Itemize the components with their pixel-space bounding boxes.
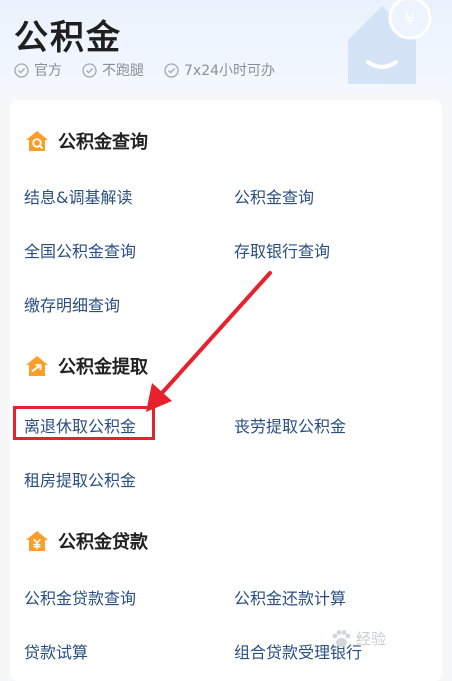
check-circle-icon: [82, 62, 97, 78]
feature-tags: 官方 不跑腿 7x24小时可办: [14, 60, 275, 80]
tag-official: 官方: [14, 60, 62, 80]
svg-text:¥: ¥: [404, 9, 415, 30]
page-header: 公积金 官方 不跑腿 7x24小时可办 ¥: [0, 0, 452, 92]
link-rent-withdraw[interactable]: 租房提取公积金: [24, 467, 136, 491]
section-query-header: 公积金查询: [24, 128, 148, 154]
page-title: 公积金: [14, 18, 122, 58]
link-national-query[interactable]: 全国公积金查询: [24, 238, 136, 262]
house-arrow-icon: [26, 356, 48, 376]
tag-label: 官方: [34, 63, 62, 79]
check-circle-icon: [14, 62, 29, 78]
content-area: 公积金查询 结息&调基解读 公积金查询 全国公积金查询 存取银行查询 缴存明细查…: [0, 92, 452, 681]
link-bereavement-withdraw[interactable]: 丧劳提取公积金: [234, 413, 346, 437]
section-title: 公积金提取: [58, 357, 148, 378]
tag-label: 不跑腿: [102, 63, 144, 79]
services-card: 公积金查询 结息&调基解读 公积金查询 全国公积金查询 存取银行查询 缴存明细查…: [10, 100, 442, 681]
watermark-text: 经验: [356, 630, 387, 648]
link-loan-trial[interactable]: 贷款试算: [24, 639, 88, 663]
tag-24h: 7x24小时可办: [164, 60, 275, 80]
watermark: 经验: [330, 628, 386, 649]
link-fund-query[interactable]: 公积金查询: [234, 184, 314, 208]
link-interest-explain[interactable]: 结息&调基解读: [24, 184, 132, 208]
house-yuan-icon: [26, 531, 48, 551]
tag-label: 7x24小时可办: [184, 63, 276, 79]
section-loan-header: 公积金贷款: [24, 528, 148, 554]
house-yuan-illustration-icon: ¥: [348, 0, 432, 84]
link-loan-query[interactable]: 公积金贷款查询: [24, 585, 136, 609]
section-withdraw-header: 公积金提取: [24, 353, 148, 379]
section-title: 公积金贷款: [58, 532, 148, 553]
highlight-box: [13, 406, 155, 440]
tag-no-running: 不跑腿: [82, 60, 144, 80]
link-bank-query[interactable]: 存取银行查询: [234, 238, 330, 262]
link-repay-calc[interactable]: 公积金还款计算: [234, 585, 346, 609]
link-deposit-detail[interactable]: 缴存明细查询: [24, 292, 120, 316]
paw-icon: [332, 629, 351, 647]
house-search-icon: [26, 131, 48, 151]
section-title: 公积金查询: [58, 132, 148, 153]
check-circle-icon: [164, 62, 179, 78]
